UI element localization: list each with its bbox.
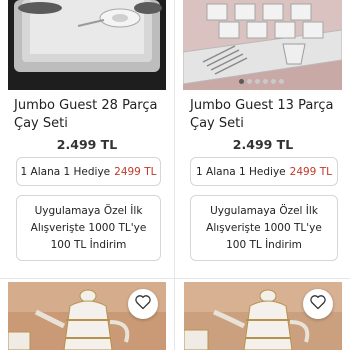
favorite-button[interactable] (303, 289, 333, 319)
product-card[interactable] (176, 279, 350, 350)
product-grid: Jumbo Guest 28 Parça Çay Seti 2.499 TL 1… (0, 0, 350, 350)
promo-badge: Uygulamaya Özel İlk Alışverişte 1000 TL'… (190, 195, 338, 261)
carousel-dot[interactable] (271, 79, 276, 84)
product-title[interactable]: Jumbo Guest 13 Parça Çay Seti (190, 97, 342, 133)
gift-offer-price: 2499 TL (114, 165, 157, 178)
gift-offer-label: 1 Alana 1 Hediye (20, 165, 111, 178)
promo-text: Uygulamaya Özel İlk Alışverişte 1000 TL'… (30, 204, 147, 251)
carousel-dot[interactable] (263, 79, 268, 84)
gift-offer-price: 2499 TL (289, 165, 332, 178)
product-image[interactable] (183, 0, 342, 90)
promo-badge: Uygulamaya Özel İlk Alışverişte 1000 TL'… (16, 195, 161, 261)
product-card[interactable]: Jumbo Guest 13 Parça Çay Seti 2.499 TL 1… (176, 0, 350, 278)
carousel-indicator[interactable] (239, 79, 284, 84)
product-card[interactable]: Jumbo Guest 28 Parça Çay Seti 2.499 TL 1… (0, 0, 174, 278)
product-card[interactable] (0, 279, 174, 350)
carousel-dot[interactable] (247, 79, 252, 84)
product-price: 2.499 TL (232, 137, 294, 152)
carousel-dot[interactable] (255, 79, 260, 84)
carousel-dot[interactable] (279, 79, 284, 84)
gift-offer-label: 1 Alana 1 Hediye (196, 165, 286, 178)
grid-divider-vertical (174, 0, 175, 350)
product-image[interactable] (8, 0, 166, 90)
gift-offer-badge: 1 Alana 1 Hediye 2499 TL (16, 157, 161, 186)
carousel-dot[interactable] (239, 79, 244, 84)
promo-text: Uygulamaya Özel İlk Alışverişte 1000 TL'… (206, 204, 322, 251)
gift-offer-badge: 1 Alana 1 Hediye 2499 TL (190, 157, 338, 186)
heart-outline-icon (134, 294, 152, 314)
product-price: 2.499 TL (56, 137, 118, 152)
heart-outline-icon (309, 294, 327, 314)
favorite-button[interactable] (128, 289, 158, 319)
product-title[interactable]: Jumbo Guest 28 Parça Çay Seti (14, 97, 166, 133)
